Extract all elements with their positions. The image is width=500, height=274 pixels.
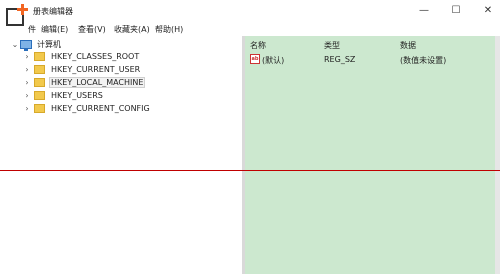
column-header-data[interactable]: 数据: [400, 40, 416, 51]
value-row-type[interactable]: REG_SZ: [324, 55, 355, 64]
tree-node-hkey-users[interactable]: › HKEY_USERS: [22, 89, 104, 101]
folder-icon: [34, 64, 45, 74]
value-row-name[interactable]: (默认): [262, 55, 284, 66]
menu-help[interactable]: 帮助(H): [155, 24, 183, 35]
value-list-pane[interactable]: [245, 36, 495, 274]
chevron-right-icon[interactable]: ›: [22, 65, 32, 74]
folder-icon: [34, 51, 45, 61]
tree-node-hkey-classes-root[interactable]: › HKEY_CLASSES_ROOT: [22, 50, 140, 62]
chevron-right-icon[interactable]: ›: [22, 78, 32, 87]
chevron-right-icon[interactable]: ›: [22, 104, 32, 113]
menu-file[interactable]: 件: [28, 24, 36, 35]
registry-editor-window: 册表编辑器 — ☐ ✕ 件 编辑(E) 查看(V) 收藏夹(A) 帮助(H) ⌄…: [0, 0, 500, 274]
menu-view[interactable]: 查看(V): [78, 24, 106, 35]
folder-icon: [34, 90, 45, 100]
tree-root-label: 计算机: [37, 39, 61, 49]
folder-icon: [34, 77, 45, 87]
tree-node-label: HKEY_USERS: [51, 90, 103, 100]
close-button[interactable]: ✕: [474, 3, 500, 19]
red-separator-line: [0, 170, 500, 171]
column-header-name[interactable]: 名称: [250, 40, 266, 51]
tree-node-label: HKEY_CURRENT_USER: [51, 64, 141, 74]
tree-node-hkey-local-machine[interactable]: › HKEY_LOCAL_MACHINE: [22, 76, 146, 88]
tree-node-hkey-current-config[interactable]: › HKEY_CURRENT_CONFIG: [22, 102, 151, 114]
menu-favorites[interactable]: 收藏夹(A): [114, 24, 150, 35]
maximize-button[interactable]: ☐: [442, 3, 470, 19]
string-value-icon: ab: [250, 54, 260, 64]
tree-node-label: HKEY_CURRENT_CONFIG: [51, 103, 150, 113]
tree-node-hkey-current-user[interactable]: › HKEY_CURRENT_USER: [22, 63, 141, 75]
chevron-right-icon[interactable]: ›: [22, 52, 32, 61]
tree-node-label: HKEY_CLASSES_ROOT: [51, 51, 140, 61]
menu-bar: 件 编辑(E) 查看(V) 收藏夹(A) 帮助(H): [0, 22, 500, 36]
window-title: 册表编辑器: [33, 7, 73, 16]
computer-icon: [20, 39, 32, 51]
column-header-type[interactable]: 类型: [324, 40, 340, 51]
tree-root-computer[interactable]: ⌄ 计算机: [10, 38, 62, 51]
menu-edit[interactable]: 编辑(E): [41, 24, 68, 35]
tree-node-label: HKEY_LOCAL_MACHINE: [48, 76, 146, 88]
title-bar: 册表编辑器 — ☐ ✕: [0, 0, 500, 26]
chevron-down-icon[interactable]: ⌄: [10, 40, 20, 49]
window-right-border: [495, 36, 500, 274]
folder-icon: [34, 103, 45, 113]
value-row-data[interactable]: (数值未设置): [400, 55, 446, 66]
chevron-right-icon[interactable]: ›: [22, 91, 32, 100]
minimize-button[interactable]: —: [410, 3, 438, 19]
